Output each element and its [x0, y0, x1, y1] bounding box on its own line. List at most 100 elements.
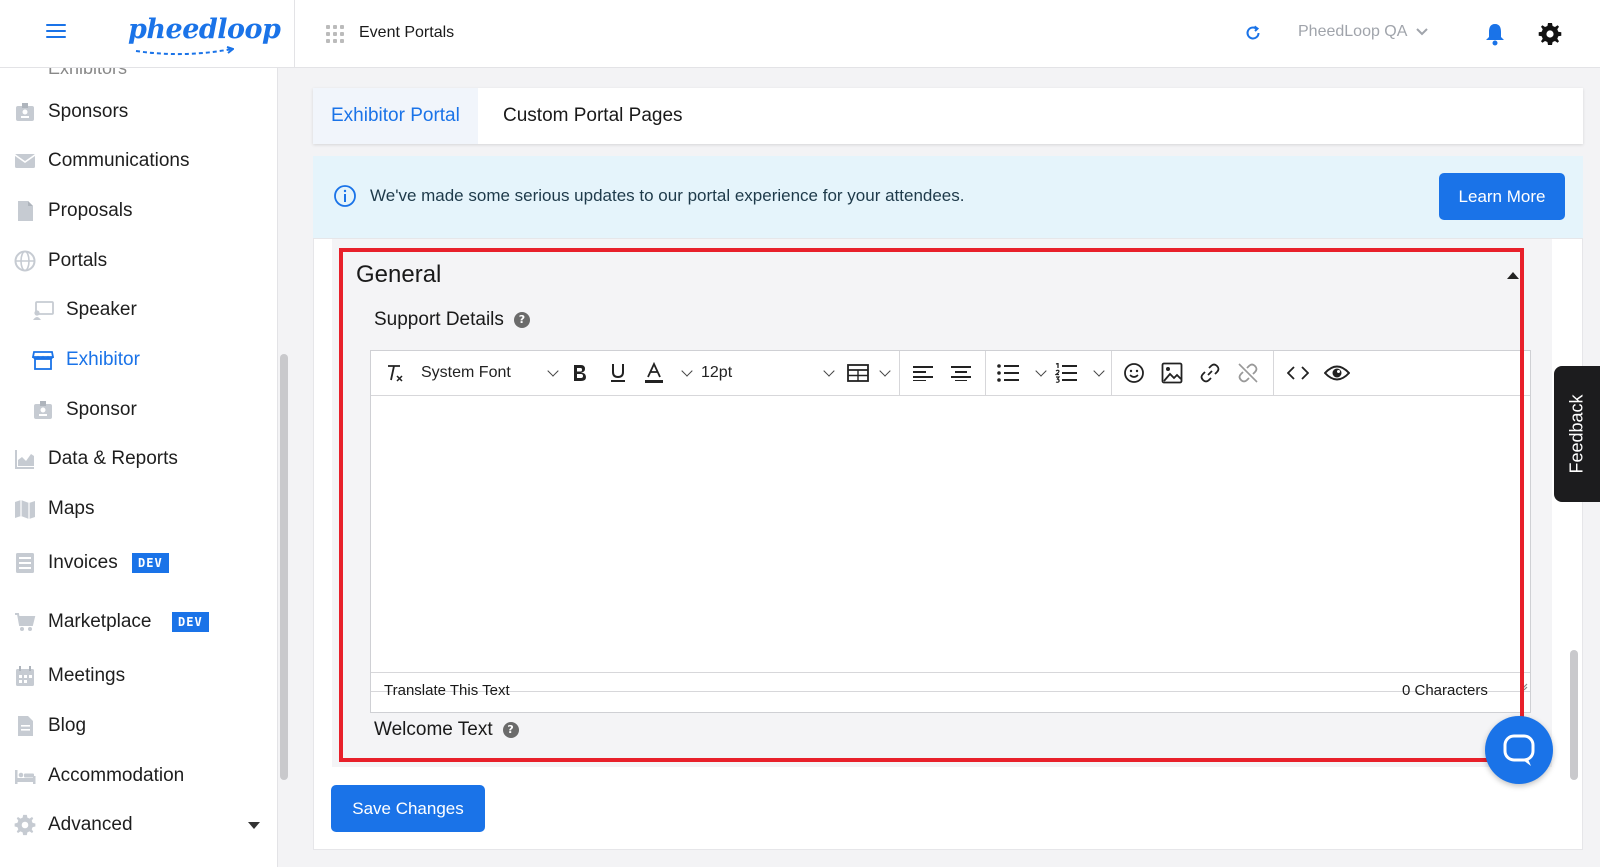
- toolbar-divider: [1273, 351, 1274, 395]
- emoji-icon[interactable]: [1121, 360, 1147, 386]
- text-color-select[interactable]: [643, 360, 693, 386]
- divider: [294, 0, 295, 68]
- editor-divider: [371, 672, 1530, 673]
- chevron-down-icon: [823, 365, 835, 377]
- chevron-down-icon: [547, 365, 559, 377]
- chevron-down-icon: [1093, 365, 1105, 377]
- main-scrollbar[interactable]: [1570, 650, 1578, 780]
- calendar-icon: [16, 666, 34, 686]
- editor-content-area[interactable]: [371, 396, 1530, 672]
- font-family-value: System Font: [421, 364, 511, 381]
- sidebar-item-label: Accommodation: [48, 765, 185, 786]
- sidebar-item-exhibitor[interactable]: Exhibitor: [0, 340, 277, 380]
- section-title: General: [356, 261, 442, 288]
- presenter-icon: [33, 301, 54, 320]
- sidebar-item-label: Marketplace: [48, 611, 152, 632]
- sidebar-item-communications[interactable]: Communications: [0, 141, 277, 181]
- portal-tabs: Exhibitor Portal Custom Portal Pages: [313, 88, 1583, 144]
- align-center-icon[interactable]: [949, 360, 973, 386]
- clear-formatting-icon[interactable]: [383, 360, 407, 386]
- preview-eye-icon[interactable]: [1323, 360, 1351, 386]
- hamburger-menu-icon[interactable]: [46, 24, 66, 40]
- badge-icon: [16, 103, 34, 121]
- resize-handle-icon[interactable]: [1518, 681, 1528, 691]
- sidebar-item-speaker[interactable]: Speaker: [0, 290, 277, 330]
- underline-icon[interactable]: [607, 360, 629, 386]
- sidebar-item-proposals[interactable]: Proposals: [0, 191, 277, 231]
- badge-icon: [34, 401, 52, 419]
- cart-icon: [15, 613, 36, 631]
- image-icon[interactable]: [1159, 360, 1185, 386]
- apps-grid-icon[interactable]: [326, 25, 344, 43]
- sidebar-item-label: Speaker: [66, 299, 137, 320]
- editor-divider: [371, 691, 1530, 692]
- org-select[interactable]: PheedLoop QA: [1298, 23, 1429, 41]
- sidebar-item-label: Portals: [48, 250, 108, 271]
- sidebar-item-meetings[interactable]: Meetings: [0, 656, 277, 696]
- bed-icon: [15, 770, 36, 784]
- sidebar-item-marketplace[interactable]: Marketplace DEV: [0, 602, 277, 642]
- bell-icon[interactable]: [1484, 22, 1506, 46]
- rich-text-editor: System Font 12pt: [370, 350, 1531, 713]
- sidebar-item-invoices[interactable]: Invoices DEV: [0, 543, 277, 583]
- feedback-tab[interactable]: Feedback: [1554, 366, 1600, 502]
- font-family-select[interactable]: System Font: [421, 360, 559, 386]
- bullet-list-select[interactable]: [997, 360, 1047, 386]
- welcome-text-label: Welcome Text ?: [374, 719, 519, 741]
- field-label-text: Welcome Text: [374, 719, 493, 740]
- chevron-down-icon: [1035, 365, 1047, 377]
- chevron-down-icon: [681, 365, 693, 377]
- translate-text-link[interactable]: Translate This Text: [384, 682, 510, 699]
- org-name: PheedLoop QA: [1298, 23, 1408, 40]
- collapse-caret-icon[interactable]: [1507, 272, 1519, 279]
- dev-badge: DEV: [172, 612, 209, 632]
- chart-icon: [15, 450, 34, 469]
- sidebar-item-sponsors[interactable]: Sponsors: [0, 92, 277, 132]
- document-icon: [18, 716, 33, 736]
- sidebar-scrollbar[interactable]: [280, 354, 288, 780]
- logo-swoosh: [135, 46, 234, 56]
- refresh-icon[interactable]: [1244, 24, 1262, 42]
- bold-icon[interactable]: [569, 360, 591, 386]
- font-size-select[interactable]: 12pt: [701, 360, 835, 386]
- chevron-down-icon: [879, 365, 891, 377]
- sidebar-item-label: Proposals: [48, 200, 133, 221]
- bullet-list-icon: [997, 364, 1019, 382]
- character-count: 0 Characters: [1402, 682, 1488, 699]
- banner-text: We've made some serious updates to our p…: [370, 186, 965, 205]
- sidebar-item-portals[interactable]: Portals: [0, 241, 277, 281]
- sidebar-item-blog[interactable]: Blog: [0, 706, 277, 746]
- sidebar-item-label: Invoices: [48, 552, 118, 573]
- sidebar-item-label: Maps: [48, 498, 95, 519]
- gear-icon: [14, 814, 36, 836]
- tab-exhibitor-portal[interactable]: Exhibitor Portal: [313, 88, 478, 144]
- sidebar-item-cut[interactable]: Exhibitors: [48, 68, 127, 79]
- sidebar-item-advanced[interactable]: Advanced: [0, 805, 277, 845]
- gear-icon[interactable]: [1538, 22, 1562, 46]
- sidebar: Exhibitors Sponsors Communications Propo…: [0, 68, 278, 867]
- table-select[interactable]: [847, 360, 891, 386]
- sidebar-item-sponsor[interactable]: Sponsor: [0, 390, 277, 430]
- app-window: pheedloop Event Portals PheedLoop QA Exh…: [0, 0, 1600, 867]
- help-icon[interactable]: ?: [513, 312, 530, 328]
- tab-custom-portal-pages[interactable]: Custom Portal Pages: [485, 88, 701, 144]
- save-changes-button[interactable]: Save Changes: [331, 785, 485, 832]
- document-icon: [18, 201, 33, 221]
- settings-card: General Support Details ? System Font 12…: [313, 238, 1583, 850]
- link-icon[interactable]: [1197, 360, 1223, 386]
- sidebar-item-label: Data & Reports: [48, 448, 178, 469]
- sidebar-item-maps[interactable]: Maps: [0, 489, 277, 529]
- unlink-icon[interactable]: [1235, 360, 1261, 386]
- chat-support-button[interactable]: [1485, 716, 1553, 784]
- align-left-icon[interactable]: [911, 360, 935, 386]
- learn-more-button[interactable]: Learn More: [1439, 173, 1565, 220]
- sidebar-item-data-reports[interactable]: Data & Reports: [0, 439, 277, 479]
- toolbar-divider: [1111, 351, 1112, 395]
- sidebar-item-accommodation[interactable]: Accommodation: [0, 756, 277, 796]
- table-icon: [847, 364, 869, 382]
- numbered-list-select[interactable]: [1055, 360, 1105, 386]
- editor-toolbar: System Font 12pt: [371, 351, 1530, 396]
- source-code-icon[interactable]: [1285, 360, 1311, 386]
- logo[interactable]: pheedloop: [124, 10, 281, 56]
- help-icon[interactable]: ?: [502, 722, 519, 738]
